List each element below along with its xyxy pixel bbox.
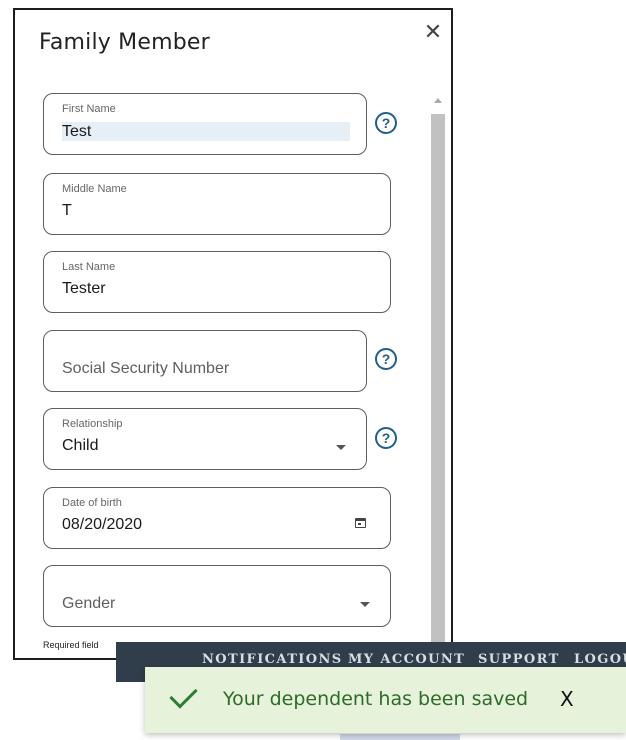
ssn-help-icon[interactable]: ? bbox=[375, 348, 397, 370]
first-name-value[interactable]: Test bbox=[62, 122, 350, 141]
last-name-label: Last Name bbox=[62, 261, 116, 273]
toast-message: Your dependent has been saved bbox=[223, 688, 529, 710]
toast-close-button[interactable]: X bbox=[560, 687, 574, 711]
nav-my-account[interactable]: MY ACCOUNT bbox=[348, 652, 465, 667]
dialog-title: Family Member bbox=[39, 30, 210, 55]
scroll-up-arrow-icon[interactable] bbox=[434, 98, 442, 103]
scroll-thumb[interactable] bbox=[431, 114, 445, 662]
scrollbar[interactable] bbox=[429, 94, 447, 662]
relationship-label: Relationship bbox=[62, 418, 123, 430]
date-of-birth-value[interactable]: 08/20/2020 bbox=[62, 516, 142, 534]
nav-logout[interactable]: LOGOUT bbox=[574, 652, 626, 667]
relationship-select[interactable]: Relationship Child bbox=[43, 408, 367, 470]
success-toast: Your dependent has been saved X bbox=[145, 667, 626, 733]
nav-notifications[interactable]: NOTIFICATIONS bbox=[202, 652, 343, 667]
chevron-down-icon[interactable] bbox=[360, 602, 370, 607]
ssn-placeholder: Social Security Number bbox=[62, 360, 230, 377]
middle-name-field[interactable]: Middle Name T bbox=[43, 173, 391, 235]
chevron-down-icon[interactable] bbox=[336, 445, 346, 450]
relationship-value: Child bbox=[62, 437, 99, 454]
date-of-birth-field[interactable]: Date of birth 08/20/2020 bbox=[43, 487, 391, 549]
middle-name-value[interactable]: T bbox=[62, 202, 72, 220]
first-name-label: First Name bbox=[62, 103, 116, 115]
close-icon[interactable]: ✕ bbox=[421, 20, 445, 44]
last-name-value[interactable]: Tester bbox=[62, 280, 106, 298]
middle-name-label: Middle Name bbox=[62, 183, 127, 195]
date-of-birth-label: Date of birth bbox=[62, 497, 122, 509]
gender-select[interactable]: Gender bbox=[43, 565, 391, 627]
family-member-dialog: Family Member ✕ First Name Test ? Middle… bbox=[13, 8, 453, 662]
required-field-note: Required field bbox=[43, 640, 99, 650]
gender-placeholder: Gender bbox=[62, 595, 116, 612]
first-name-field[interactable]: First Name Test bbox=[43, 93, 367, 155]
relationship-help-icon[interactable]: ? bbox=[375, 427, 397, 449]
first-name-help-icon[interactable]: ? bbox=[375, 112, 397, 134]
ssn-field[interactable]: Social Security Number bbox=[43, 330, 367, 392]
partial-link bbox=[340, 734, 460, 740]
last-name-field[interactable]: Last Name Tester bbox=[43, 251, 391, 313]
check-icon bbox=[169, 680, 198, 709]
nav-support[interactable]: SUPPORT bbox=[478, 652, 560, 667]
calendar-icon[interactable] bbox=[355, 518, 366, 528]
